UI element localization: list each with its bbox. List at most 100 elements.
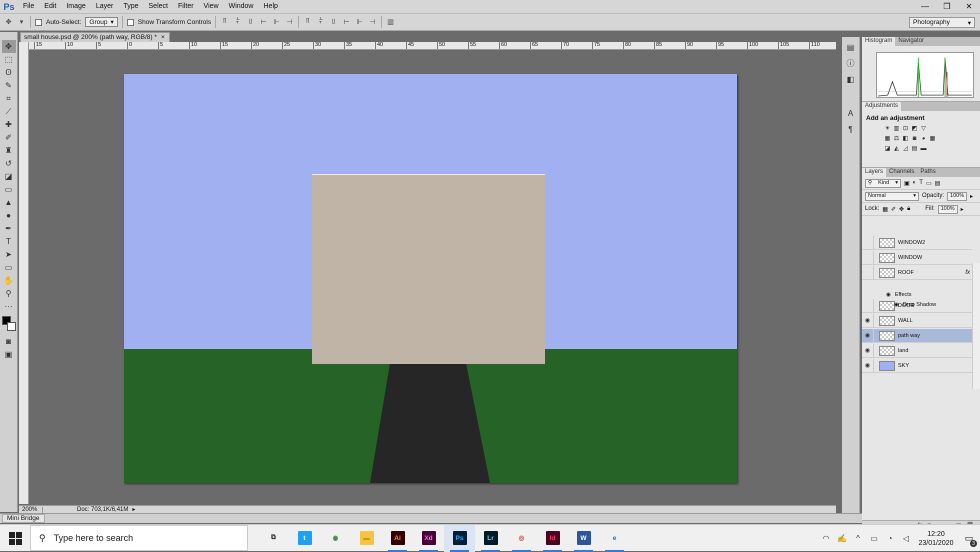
- align-vertical-center-icon[interactable]: ⫩: [233, 18, 242, 27]
- levels-icon[interactable]: ▥: [893, 125, 900, 132]
- menu-layer[interactable]: Layer: [91, 0, 119, 13]
- marquee-tool-icon[interactable]: ⬚: [2, 53, 16, 66]
- menu-type[interactable]: Type: [118, 0, 143, 13]
- taskbar-indesign[interactable]: Id: [537, 525, 568, 552]
- lock-all-icon[interactable]: 🔒︎: [907, 206, 910, 213]
- effects-row[interactable]: ◉ Effects: [862, 290, 972, 300]
- taskbar-illustrator[interactable]: Ai: [382, 525, 413, 552]
- opacity-input[interactable]: 100%: [947, 191, 968, 201]
- posterize-icon[interactable]: ◭: [893, 145, 900, 152]
- zoom-level[interactable]: 200%: [19, 506, 43, 513]
- lock-position-icon[interactable]: ✥: [899, 206, 904, 213]
- black-white-icon[interactable]: ◧: [902, 135, 909, 142]
- hue-saturation-icon[interactable]: ▦: [884, 135, 891, 142]
- layer-row[interactable]: ◉ path way: [862, 328, 972, 343]
- tab-navigator[interactable]: Navigator: [895, 37, 927, 46]
- effect-visibility-icon[interactable]: ◉: [894, 302, 899, 308]
- threshold-icon[interactable]: ◿: [902, 145, 909, 152]
- document-tab[interactable]: small house.psd @ 200% (path way, RGB/8)…: [20, 32, 170, 42]
- taskbar-xd[interactable]: Xd: [413, 525, 444, 552]
- show-transform-controls-checkbox[interactable]: [126, 18, 134, 26]
- color-swatches[interactable]: [1, 316, 16, 332]
- align-bottom-icon[interactable]: ⫫: [246, 18, 255, 27]
- gradient-map-icon[interactable]: ▬: [920, 145, 927, 152]
- taskbar-photoshop[interactable]: Ps: [444, 524, 475, 552]
- screen-mode-icon[interactable]: ▣: [2, 348, 16, 361]
- filter-shape-icon[interactable]: ▭: [926, 180, 932, 187]
- blend-mode-dropdown[interactable]: Normal ▾: [865, 191, 919, 201]
- channel-mixer-icon[interactable]: ◕: [920, 135, 927, 142]
- zoom-tool-icon[interactable]: ⚲: [2, 287, 16, 300]
- history-brush-tool-icon[interactable]: ↺: [2, 157, 16, 170]
- layer-name[interactable]: WINDOW2: [898, 240, 972, 246]
- distribute-top-icon[interactable]: ⫪: [303, 18, 312, 27]
- fill-input[interactable]: 100%: [937, 204, 958, 214]
- eraser-tool-icon[interactable]: ◪: [2, 170, 16, 183]
- layers-scrollbar[interactable]: [972, 263, 980, 389]
- wifi-icon[interactable]: ◔: [882, 525, 898, 552]
- quick-select-tool-icon[interactable]: ✎: [2, 79, 16, 92]
- taskbar-edge[interactable]: e: [599, 525, 630, 552]
- canvas[interactable]: [124, 74, 737, 483]
- crop-tool-icon[interactable]: ⌗: [2, 92, 16, 105]
- gradient-tool-icon[interactable]: ▭: [2, 183, 16, 196]
- photo-filter-icon[interactable]: ◙: [911, 135, 918, 142]
- notifications-button[interactable]: ▭ 3: [958, 525, 980, 552]
- layer-effects-icon[interactable]: fx: [965, 270, 970, 276]
- history-panel-icon[interactable]: ▤: [845, 41, 857, 53]
- blur-tool-icon[interactable]: ▲: [2, 196, 16, 209]
- maximize-button[interactable]: ❐: [936, 0, 958, 13]
- layer-row[interactable]: WINDOW2: [862, 235, 972, 250]
- color-balance-icon[interactable]: ⚖: [893, 135, 900, 142]
- fill-arrow-icon[interactable]: ▸: [961, 206, 964, 213]
- pen-workspace-icon[interactable]: ✍: [834, 525, 850, 552]
- healing-brush-tool-icon[interactable]: ✚: [2, 118, 16, 131]
- distribute-right-icon[interactable]: ⊣: [368, 18, 377, 27]
- layer-name[interactable]: land: [898, 348, 972, 354]
- tab-paths[interactable]: Paths: [917, 168, 938, 177]
- align-top-icon[interactable]: ⫪: [220, 18, 229, 27]
- clock[interactable]: 12:20 23/01/2020: [914, 530, 958, 548]
- hand-tool-icon[interactable]: ✋: [2, 274, 16, 287]
- layer-kind-dropdown[interactable]: ⚲ Kind ▾: [865, 178, 901, 188]
- taskbar-twitter[interactable]: t: [289, 525, 320, 552]
- layer-name[interactable]: WALL: [898, 318, 972, 324]
- menu-file[interactable]: File: [18, 0, 39, 13]
- layer-row[interactable]: WINDOW: [862, 250, 972, 265]
- type-tool-icon[interactable]: T: [2, 235, 16, 248]
- align-left-icon[interactable]: ⊢: [259, 18, 268, 27]
- ellipsis-icon[interactable]: ···: [2, 300, 16, 313]
- invert-icon[interactable]: ◪: [884, 145, 891, 152]
- menu-select[interactable]: Select: [144, 0, 173, 13]
- mini-bridge-tab[interactable]: Mini Bridge: [2, 514, 45, 523]
- layer-name[interactable]: ROOF: [898, 270, 965, 276]
- layer-name[interactable]: path way: [898, 333, 972, 339]
- opacity-arrow-icon[interactable]: ▸: [970, 193, 973, 200]
- tab-adjustments[interactable]: Adjustments: [862, 102, 902, 111]
- menu-edit[interactable]: Edit: [39, 0, 61, 13]
- taskbar-search-box[interactable]: ⚲ Type here to search: [30, 525, 248, 551]
- auto-select-mode-dropdown[interactable]: Group ▾: [85, 17, 118, 27]
- workspace-dropdown[interactable]: Photography ▾: [909, 17, 975, 28]
- layer-name[interactable]: WINDOW: [898, 255, 972, 261]
- taskbar-maps[interactable]: ◉: [320, 525, 351, 552]
- layer-name[interactable]: SKY: [898, 363, 972, 369]
- drop-shadow-row[interactable]: ◉ Drop Shadow: [862, 300, 972, 310]
- shape-tool-icon[interactable]: ▭: [2, 261, 16, 274]
- pen-tool-icon[interactable]: ✒: [2, 222, 16, 235]
- volume-icon[interactable]: ◁: [898, 525, 914, 552]
- curves-icon[interactable]: ⊡: [902, 125, 909, 132]
- visibility-eye-icon[interactable]: ◉: [862, 313, 874, 328]
- tab-channels[interactable]: Channels: [886, 168, 917, 177]
- layer-row[interactable]: ◉ SKY: [862, 358, 972, 373]
- lasso-tool-icon[interactable]: ʘ: [2, 66, 16, 79]
- network-icon[interactable]: ◠: [818, 525, 834, 552]
- menu-filter[interactable]: Filter: [173, 0, 199, 13]
- taskbar-task-view[interactable]: ⧉: [258, 525, 289, 552]
- lock-image-icon[interactable]: ✐: [891, 206, 896, 213]
- status-menu-arrow-icon[interactable]: ▸: [132, 506, 135, 513]
- distribute-bottom-icon[interactable]: ⫫: [329, 18, 338, 27]
- filter-pixel-icon[interactable]: ▣: [904, 180, 910, 187]
- move-tool-icon[interactable]: ✥: [4, 18, 13, 27]
- selective-color-icon[interactable]: ▤: [911, 145, 918, 152]
